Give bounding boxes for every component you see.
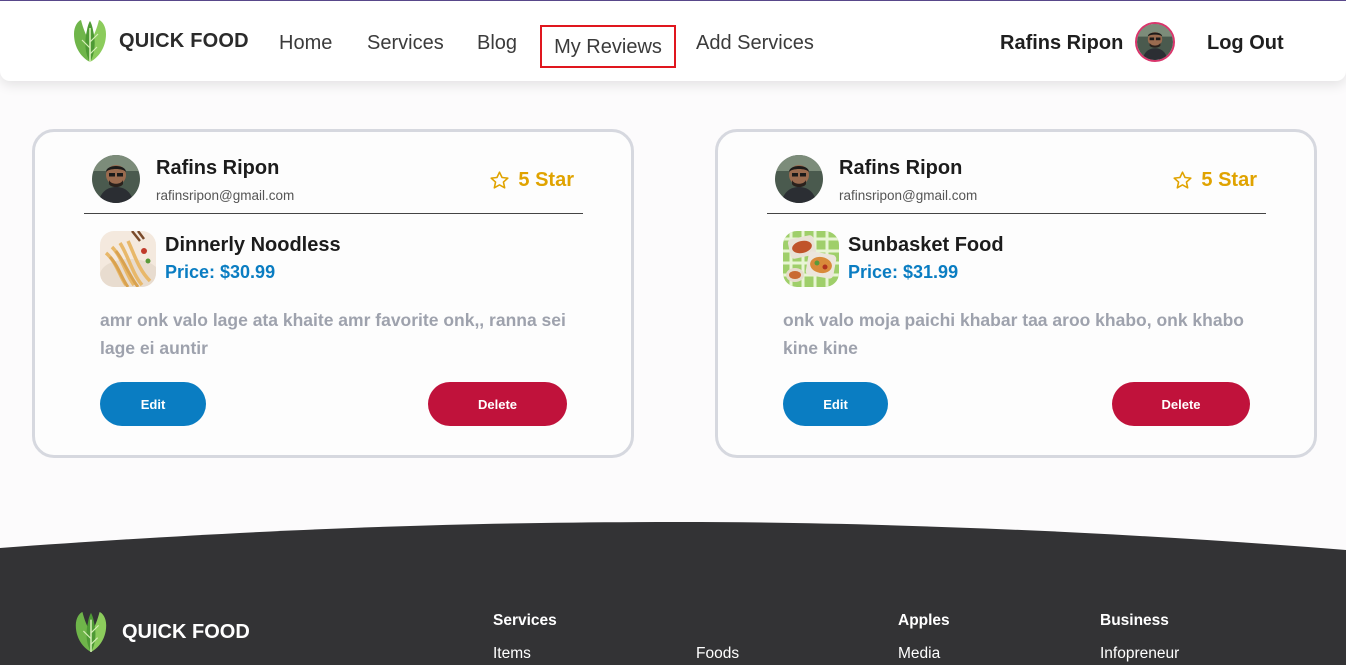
footer-brand: QUICK FOOD (72, 609, 250, 655)
service-price: Price: $31.99 (848, 262, 959, 282)
reviewer-email: rafinsripon@gmail.com (839, 188, 978, 203)
footer-link-foods[interactable]: Foods (696, 645, 739, 663)
service-name: Dinnerly Noodless (165, 234, 341, 256)
user-avatar (775, 155, 823, 203)
service-thumbnail (100, 231, 156, 287)
service-price: Price: $30.99 (165, 262, 276, 282)
leaf-logo-icon (74, 20, 106, 62)
footer: QUICK FOOD Services Items Foods Apples M… (0, 520, 1346, 665)
nav-home-link[interactable]: Home (279, 25, 332, 61)
rating: 5 Star (489, 169, 574, 192)
reviewer-name: Rafins Ripon (839, 157, 963, 179)
delete-button[interactable]: Delete (428, 382, 567, 426)
rating-label: 5 Star (518, 169, 574, 191)
service-thumbnail (783, 231, 839, 287)
divider (767, 213, 1266, 214)
footer-link-items[interactable]: Items (493, 645, 531, 663)
brand-link[interactable]: QUICK FOOD (70, 18, 249, 64)
food-box-thumbnail (783, 231, 839, 287)
footer-column-title-services: Services (493, 612, 557, 629)
nav-my-reviews-link[interactable]: My Reviews (540, 25, 676, 68)
brand-name: QUICK FOOD (119, 29, 249, 52)
footer-brand-name: QUICK FOOD (122, 620, 250, 643)
leaf-logo-icon (75, 612, 107, 652)
reviewer-name: Rafins Ripon (156, 157, 280, 179)
nav-blog-link[interactable]: Blog (477, 25, 517, 61)
nav-add-services-link[interactable]: Add Services (696, 25, 814, 61)
user-avatar (92, 155, 140, 203)
footer-link-infopreneur[interactable]: Infopreneur (1100, 645, 1179, 663)
star-outline-icon (1173, 171, 1193, 189)
review-card: Rafins Ripon rafinsripon@gmail.com 5 Sta… (32, 129, 634, 458)
nav-user-avatar[interactable] (1135, 22, 1175, 62)
nav-user-name: Rafins Ripon (1000, 32, 1124, 54)
reviewer-avatar (92, 155, 140, 203)
logout-link[interactable]: Log Out (1207, 25, 1284, 61)
review-card: Rafins Ripon rafinsripon@gmail.com 5 Sta… (715, 129, 1317, 458)
footer-column-title-apples: Apples (898, 612, 950, 629)
footer-link-media[interactable]: Media (898, 645, 940, 663)
noodles-thumbnail (100, 231, 156, 287)
footer-column-title-business: Business (1100, 612, 1169, 629)
delete-button[interactable]: Delete (1112, 382, 1250, 426)
reviewer-email: rafinsripon@gmail.com (156, 188, 295, 203)
rating-label: 5 Star (1201, 169, 1257, 191)
edit-button[interactable]: Edit (100, 382, 206, 426)
nav-services-link[interactable]: Services (367, 25, 444, 61)
service-name: Sunbasket Food (848, 234, 1004, 256)
review-text: onk valo moja paichi khabar taa aroo kha… (783, 310, 1244, 358)
reviewer-avatar (775, 155, 823, 203)
star-outline-icon (490, 171, 510, 189)
edit-button[interactable]: Edit (783, 382, 888, 426)
rating: 5 Star (1172, 169, 1257, 192)
user-avatar (1137, 24, 1173, 60)
navbar: QUICK FOOD Home Services Blog My Reviews… (0, 1, 1346, 81)
review-text: amr onk valo lage ata khaite amr favorit… (100, 310, 566, 358)
divider (84, 213, 583, 214)
